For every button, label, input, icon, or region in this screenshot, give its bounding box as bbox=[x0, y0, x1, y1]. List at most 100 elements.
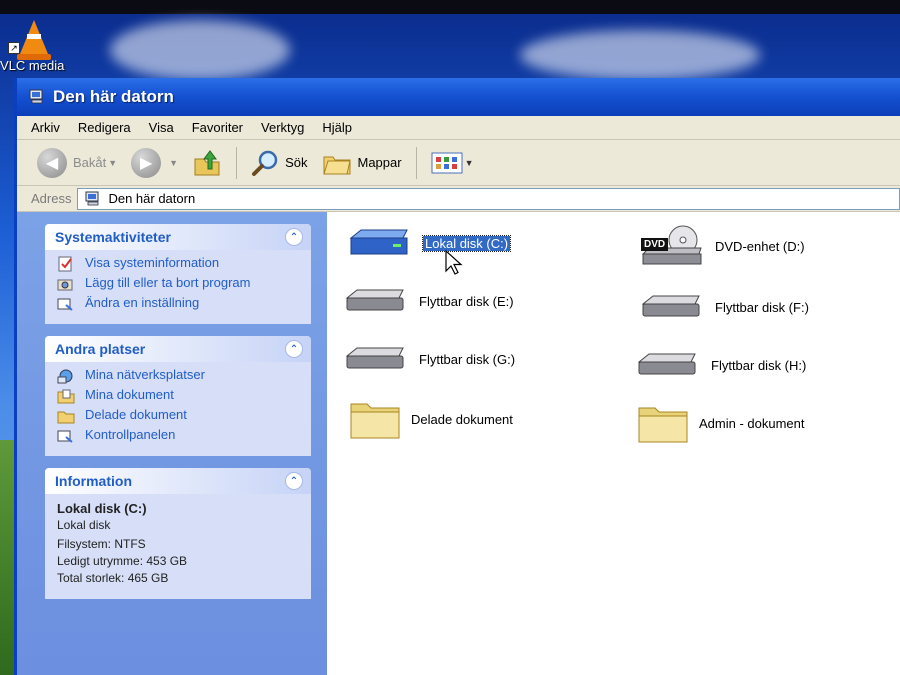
info-free-space: Ledigt utrymme: 453 GB bbox=[57, 554, 188, 568]
documents-folder-icon bbox=[57, 389, 75, 404]
item-label: Lokal disk (C:) bbox=[421, 234, 512, 252]
monitor-bezel bbox=[0, 0, 900, 14]
place-control-panel[interactable]: Kontrollpanelen bbox=[57, 428, 301, 444]
back-label: Bakåt bbox=[73, 155, 107, 170]
shortcut-arrow-icon: ↗ bbox=[8, 42, 20, 54]
forward-dropdown-icon[interactable]: ▼ bbox=[169, 158, 178, 168]
menu-hjalp[interactable]: Hjälp bbox=[322, 120, 352, 135]
menu-verktyg[interactable]: Verktyg bbox=[261, 120, 304, 135]
back-button[interactable]: ◀ Bakåt ▼ bbox=[37, 147, 117, 178]
drive-d[interactable]: DVD DVD-enhet (D:) bbox=[639, 224, 805, 268]
folder-icon bbox=[638, 407, 688, 443]
network-places-icon bbox=[57, 369, 73, 384]
other-places-header[interactable]: Andra platser ⌃ bbox=[45, 336, 311, 362]
system-tasks-header[interactable]: Systemaktiviteter ⌃ bbox=[45, 224, 311, 250]
task-view-system-info[interactable]: Visa systeminformation bbox=[57, 256, 301, 272]
other-places-panel: Andra platser ⌃ Mina nätverksplatser Min… bbox=[45, 336, 311, 456]
control-panel-icon bbox=[57, 298, 73, 311]
drive-c[interactable]: Lokal disk (C:) bbox=[347, 228, 512, 258]
task-add-remove-programs[interactable]: Lägg till eller ta bort program bbox=[57, 276, 301, 292]
sky-cloud bbox=[110, 20, 290, 80]
drive-g[interactable]: Flyttbar disk (G:) bbox=[343, 344, 515, 374]
removable-disk-icon bbox=[637, 353, 696, 375]
mouse-pointer-icon bbox=[445, 250, 463, 275]
title-bar[interactable]: Den här datorn bbox=[17, 78, 900, 116]
folders-icon bbox=[322, 156, 351, 174]
task-pane: Systemaktiviteter ⌃ Visa systeminformati… bbox=[17, 212, 327, 675]
sky-cloud bbox=[520, 30, 760, 80]
folder-icon bbox=[350, 403, 400, 439]
system-tasks-title: Systemaktiviteter bbox=[55, 229, 171, 245]
item-label: DVD-enhet (D:) bbox=[715, 238, 805, 254]
info-total-size: Total storlek: 465 GB bbox=[57, 571, 169, 585]
address-value: Den här datorn bbox=[108, 191, 196, 206]
folders-button[interactable]: Mappar bbox=[322, 149, 402, 177]
removable-disk-icon bbox=[345, 289, 404, 311]
back-arrow-icon: ◀ bbox=[37, 147, 67, 178]
item-label: Flyttbar disk (E:) bbox=[419, 293, 514, 309]
views-button[interactable]: ▼ bbox=[431, 151, 474, 175]
info-name: Lokal disk (C:) bbox=[57, 501, 147, 516]
collapse-chevron-icon[interactable]: ⌃ bbox=[285, 340, 303, 358]
menu-arkiv[interactable]: Arkiv bbox=[31, 120, 60, 135]
folder-admin-documents[interactable]: Admin - dokument bbox=[637, 402, 805, 444]
item-label: Flyttbar disk (G:) bbox=[419, 351, 516, 367]
address-label: Adress bbox=[31, 191, 72, 206]
search-label: Sök bbox=[285, 155, 308, 170]
content-area: Systemaktiviteter ⌃ Visa systeminformati… bbox=[17, 212, 900, 675]
collapse-chevron-icon[interactable]: ⌃ bbox=[285, 472, 303, 490]
folders-label: Mappar bbox=[357, 155, 402, 170]
place-shared-documents[interactable]: Delade dokument bbox=[57, 408, 301, 424]
menu-redigera[interactable]: Redigera bbox=[78, 120, 131, 135]
address-field[interactable]: Den här datorn bbox=[77, 187, 900, 210]
views-icon bbox=[431, 152, 463, 173]
item-label: Admin - dokument bbox=[699, 415, 805, 431]
forward-button[interactable]: ▶ ▼ bbox=[131, 147, 178, 178]
toolbar: ◀ Bakåt ▼ ▶ ▼ Sök Mappar ▼ bbox=[17, 140, 900, 186]
place-my-documents[interactable]: Mina dokument bbox=[57, 388, 301, 404]
info-filesystem: Filsystem: NTFS bbox=[57, 537, 146, 551]
item-label: Flyttbar disk (F:) bbox=[715, 299, 809, 315]
information-header[interactable]: Information ⌃ bbox=[45, 468, 311, 494]
control-panel-icon bbox=[57, 430, 73, 443]
window-title: Den här datorn bbox=[53, 87, 174, 106]
search-icon bbox=[252, 150, 278, 176]
up-folder-button[interactable] bbox=[192, 149, 222, 177]
information-panel: Information ⌃ Lokal disk (C:) Lokal disk… bbox=[45, 468, 311, 599]
file-view: Lokal disk (C:) DVD DVD-enhet (D:) Flytt… bbox=[327, 212, 900, 675]
other-places-title: Andra platser bbox=[55, 341, 146, 357]
explorer-window: Den här datorn Arkiv Redigera Visa Favor… bbox=[14, 78, 900, 675]
drive-h[interactable]: Flyttbar disk (H:) bbox=[635, 350, 806, 380]
search-button[interactable]: Sök bbox=[251, 149, 308, 177]
item-label: Flyttbar disk (H:) bbox=[711, 357, 807, 373]
menu-visa[interactable]: Visa bbox=[149, 120, 174, 135]
back-dropdown-icon[interactable]: ▼ bbox=[108, 158, 117, 168]
menu-bar: Arkiv Redigera Visa Favoriter Verktyg Hj… bbox=[17, 116, 900, 140]
folder-shared-documents[interactable]: Delade dokument bbox=[349, 398, 513, 440]
views-dropdown-icon[interactable]: ▼ bbox=[465, 158, 474, 168]
hard-disk-icon bbox=[349, 229, 408, 255]
removable-disk-icon bbox=[345, 347, 404, 369]
dvd-badge: DVD bbox=[641, 238, 669, 251]
information-title: Information bbox=[55, 473, 132, 489]
item-label: Delade dokument bbox=[411, 411, 513, 427]
system-tasks-panel: Systemaktiviteter ⌃ Visa systeminformati… bbox=[45, 224, 311, 324]
collapse-chevron-icon[interactable]: ⌃ bbox=[285, 228, 303, 246]
place-network[interactable]: Mina nätverksplatser bbox=[57, 368, 301, 384]
info-type: Lokal disk bbox=[57, 518, 111, 532]
desktop-vlc-shortcut[interactable]: ↗ VLC media bbox=[0, 14, 74, 84]
menu-favoriter[interactable]: Favoriter bbox=[192, 120, 243, 135]
my-computer-icon bbox=[85, 191, 99, 205]
drive-e[interactable]: Flyttbar disk (E:) bbox=[343, 286, 514, 316]
desktop-icon-label: VLC media bbox=[0, 58, 65, 73]
my-computer-icon bbox=[29, 89, 43, 104]
folder-icon bbox=[57, 411, 75, 424]
removable-disk-icon bbox=[641, 295, 700, 317]
forward-arrow-icon: ▶ bbox=[131, 147, 162, 178]
up-folder-icon bbox=[194, 149, 220, 175]
add-remove-programs-icon bbox=[57, 279, 73, 291]
drive-f[interactable]: Flyttbar disk (F:) bbox=[639, 292, 809, 322]
system-info-icon bbox=[58, 256, 72, 272]
address-bar: Adress Den här datorn bbox=[17, 186, 900, 212]
task-change-setting[interactable]: Ändra en inställning bbox=[57, 296, 301, 312]
